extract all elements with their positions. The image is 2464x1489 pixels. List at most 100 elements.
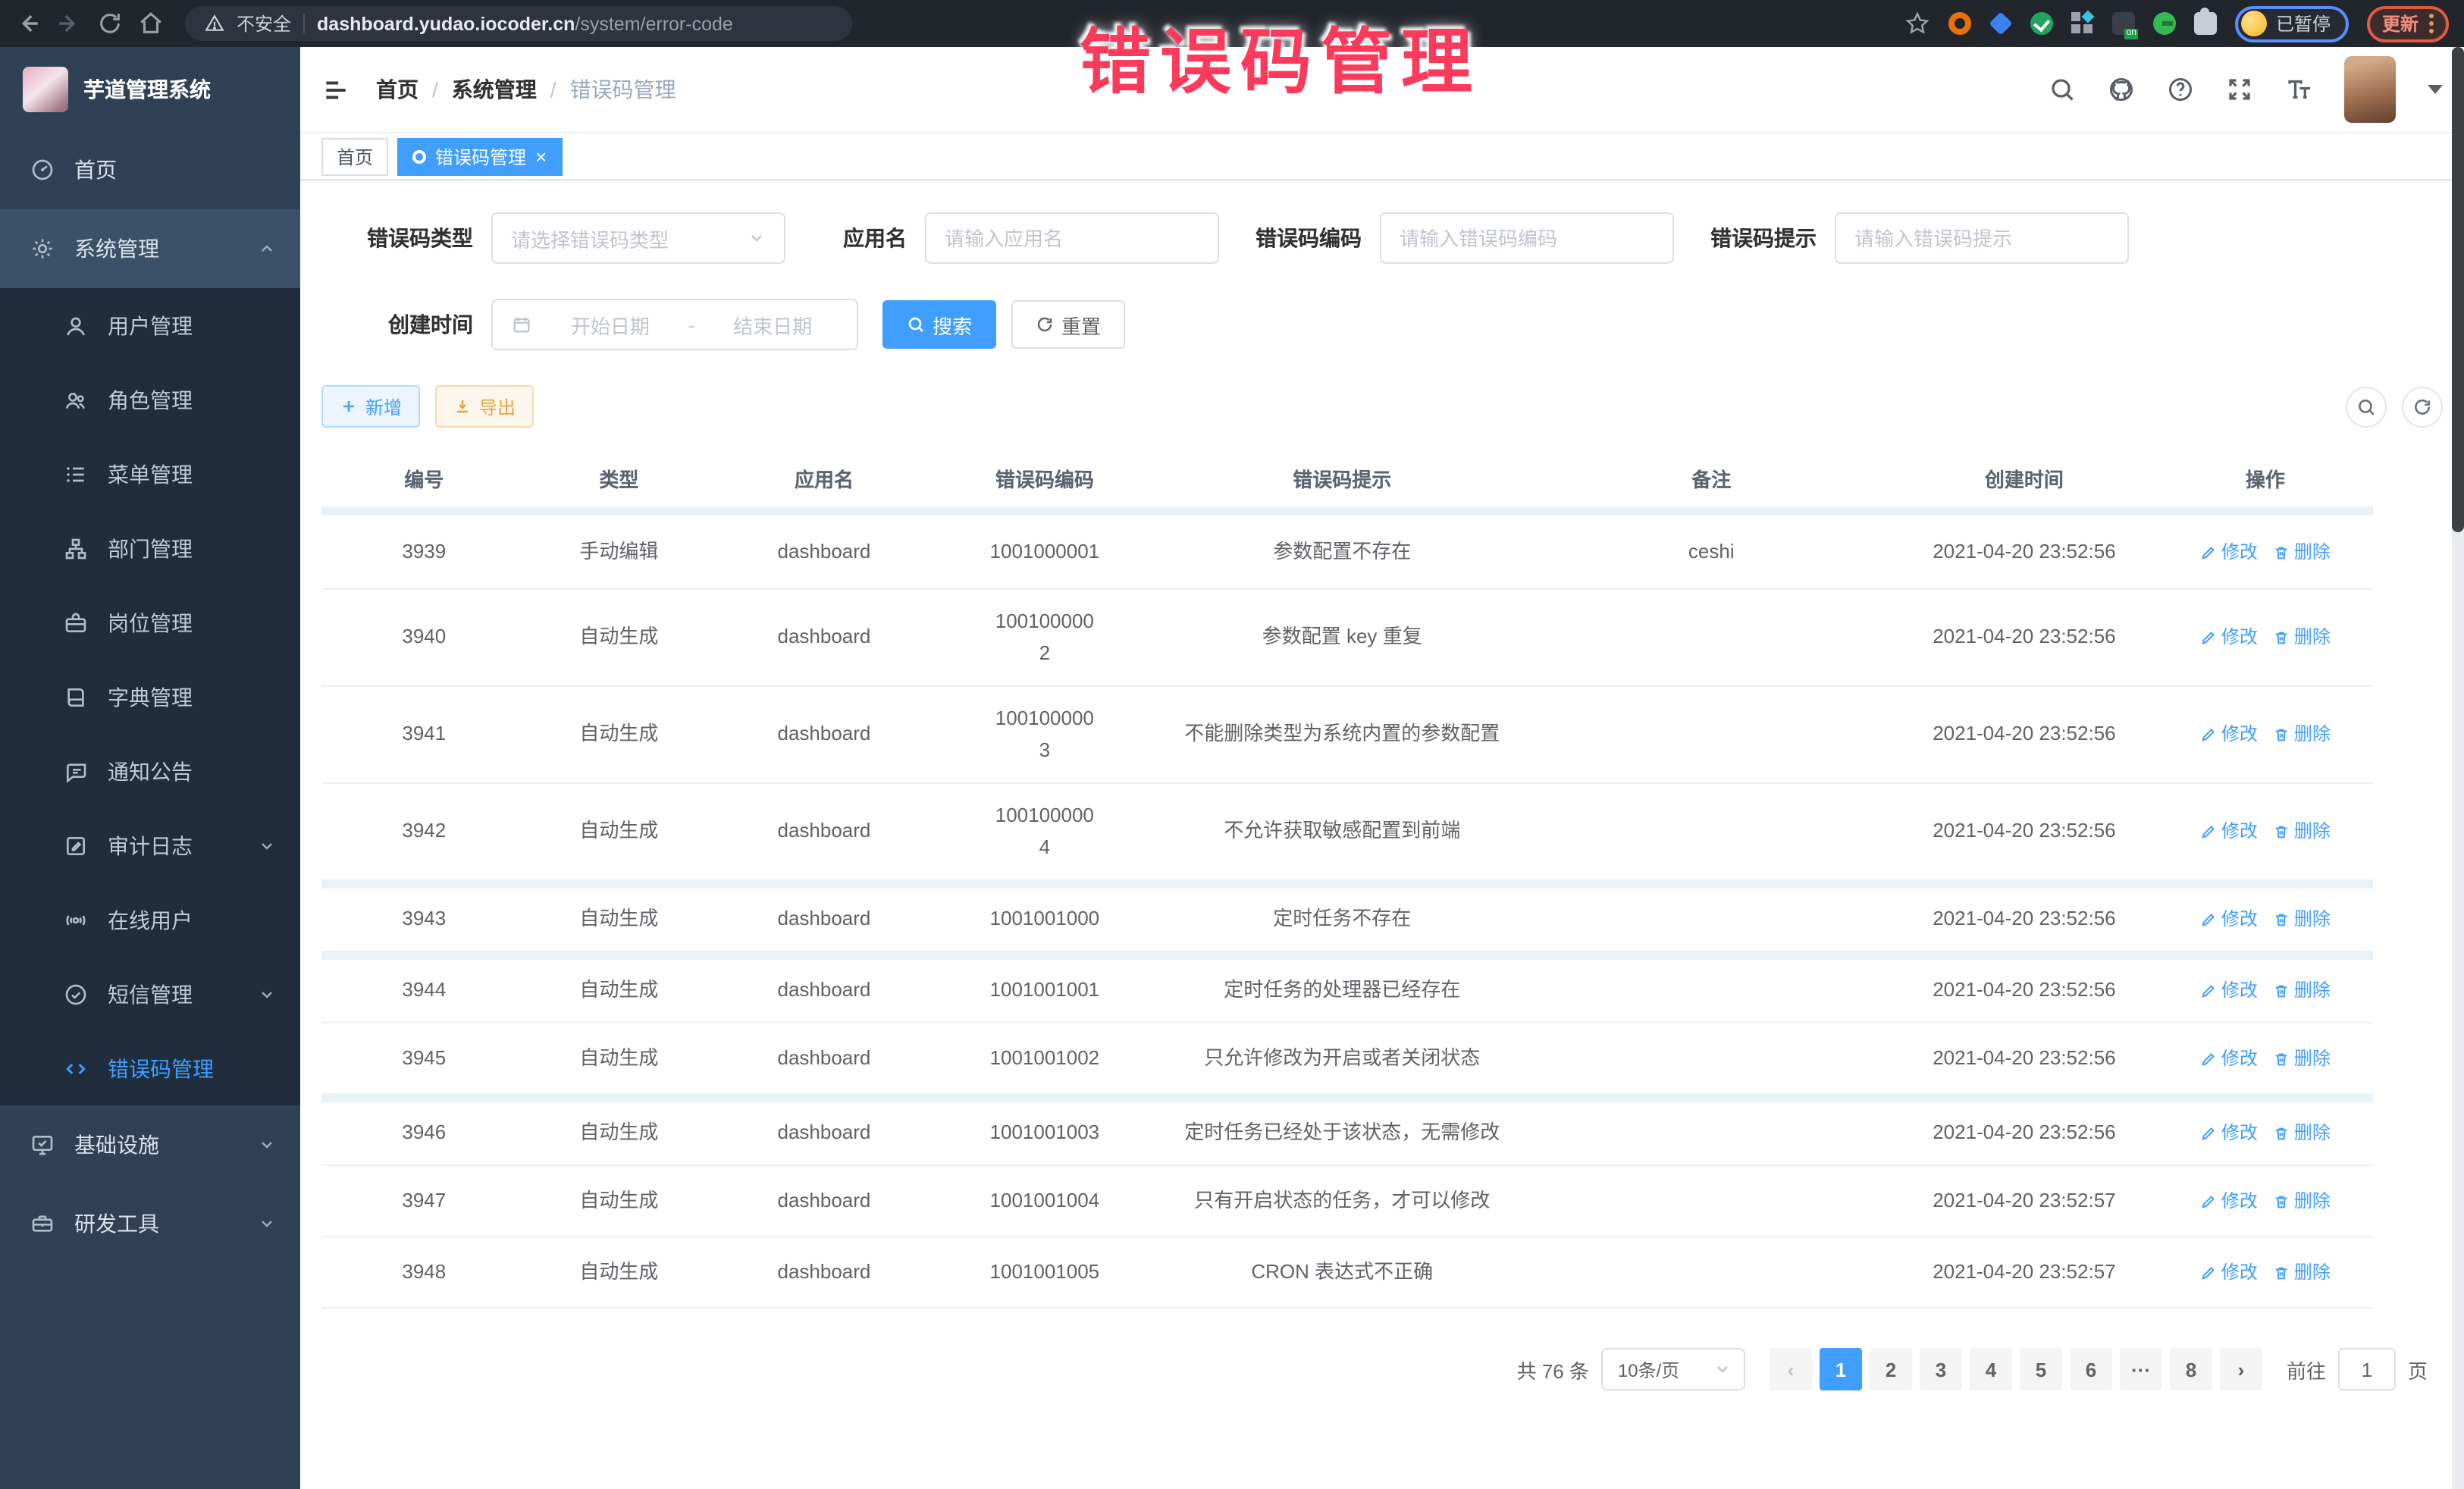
address-bar[interactable]: 不安全 dashboard.yudao.iocoder.cn/system/er…	[185, 6, 852, 41]
table-tools	[2346, 386, 2443, 427]
reset-button[interactable]: 重置	[1011, 300, 1125, 349]
edit-link[interactable]: 修改	[2200, 905, 2258, 933]
row-type: 手动编辑	[527, 516, 712, 588]
help-icon[interactable]	[2167, 76, 2194, 103]
breadcrumb-item[interactable]: 首页	[376, 74, 419, 105]
export-button[interactable]: 导出	[435, 385, 534, 428]
sidebar-item[interactable]: 基础设施	[0, 1105, 300, 1184]
sidebar-item[interactable]: 用户管理	[0, 288, 300, 362]
delete-link[interactable]: 删除	[2273, 1258, 2331, 1286]
error-code-input[interactable]	[1380, 212, 1674, 264]
forward-icon[interactable]	[56, 11, 82, 36]
pager-page-button[interactable]: 8	[2170, 1348, 2212, 1390]
row-error-code: 1001001004	[937, 1166, 1152, 1236]
edit-link[interactable]: 修改	[2200, 1119, 2258, 1147]
edit-link[interactable]: 修改	[2200, 720, 2258, 748]
user-avatar[interactable]	[2344, 56, 2396, 123]
sidebar-logo[interactable]: 芋道管理系统	[0, 47, 300, 130]
pager-page-button[interactable]: 6	[2070, 1348, 2112, 1390]
sidebar-item[interactable]: 部门管理	[0, 511, 300, 585]
extension-orange-icon[interactable]	[1948, 12, 1971, 35]
sidebar-item[interactable]: 通知公告	[0, 734, 300, 808]
extension-gem-icon[interactable]	[1989, 12, 2012, 35]
sidebar-item[interactable]: 岗位管理	[0, 585, 300, 660]
edit-link[interactable]: 修改	[2200, 1044, 2258, 1072]
url-text[interactable]: dashboard.yudao.iocoder.cn/system/error-…	[317, 13, 733, 34]
pager-page-button[interactable]: 2	[1870, 1348, 1912, 1390]
caret-down-icon[interactable]	[2428, 85, 2443, 94]
home-icon[interactable]	[138, 11, 164, 36]
extension-green-check-icon[interactable]	[2030, 12, 2053, 35]
browser-scrollbar[interactable]	[2452, 47, 2464, 1489]
edit-link[interactable]: 修改	[2200, 976, 2258, 1005]
pager-page-button[interactable]: 5	[2020, 1348, 2062, 1390]
menu-dots-icon[interactable]	[2429, 14, 2434, 33]
sidebar-item[interactable]: 在线用户	[0, 882, 300, 957]
row-remark	[1532, 1237, 1892, 1307]
page-size-select[interactable]: 10条/页	[1601, 1348, 1745, 1390]
security-label[interactable]: 不安全	[237, 11, 291, 36]
extension-green-key-icon[interactable]	[2153, 12, 2176, 35]
row-remark	[1532, 687, 1892, 782]
pager-page-button[interactable]: 4	[1970, 1348, 2012, 1390]
edit-link[interactable]: 修改	[2200, 623, 2258, 651]
bookmark-star-icon[interactable]	[1904, 11, 1930, 36]
pager-next-button[interactable]: ›	[2220, 1348, 2262, 1390]
jump-page-input[interactable]	[2338, 1348, 2396, 1390]
tag-close-icon[interactable]: ×	[535, 146, 547, 166]
fullscreen-icon[interactable]	[2226, 76, 2253, 103]
sidebar-item[interactable]: 系统管理	[0, 209, 300, 288]
app-frame: 芋道管理系统 首页系统管理用户管理角色管理菜单管理部门管理岗位管理字典管理通知公…	[0, 47, 2464, 1489]
edit-link[interactable]: 修改	[2200, 1186, 2258, 1215]
tag-active[interactable]: 错误码管理×	[397, 137, 562, 175]
sidebar-item-label: 基础设施	[74, 1130, 159, 1160]
edit-pen-icon	[2200, 1050, 2217, 1067]
delete-link[interactable]: 删除	[2273, 976, 2331, 1005]
search-icon[interactable]	[2049, 76, 2076, 103]
extension-switch-on-icon[interactable]	[2112, 12, 2135, 35]
edit-link[interactable]: 修改	[2200, 1258, 2258, 1286]
delete-link[interactable]: 删除	[2273, 1044, 2331, 1072]
error-msg-input[interactable]	[1835, 212, 2129, 264]
delete-link[interactable]: 删除	[2273, 905, 2331, 933]
browser-profile-chip[interactable]: 已暂停	[2235, 5, 2349, 42]
pager-page-button[interactable]: 1	[1820, 1348, 1862, 1390]
sidebar-item[interactable]: 角色管理	[0, 362, 300, 437]
dashboard-icon	[30, 158, 55, 182]
refresh-table-button[interactable]	[2402, 386, 2443, 427]
hamburger-icon[interactable]	[321, 75, 350, 104]
error-type-select[interactable]: 请选择错误码类型	[491, 212, 785, 264]
show-search-toggle-button[interactable]	[2346, 386, 2387, 427]
search-button[interactable]: 搜索	[882, 300, 996, 349]
sidebar-item[interactable]: 短信管理	[0, 957, 300, 1031]
edit-link[interactable]: 修改	[2200, 538, 2258, 566]
date-range-picker[interactable]: 开始日期 - 结束日期	[491, 299, 858, 350]
delete-link[interactable]: 删除	[2273, 817, 2331, 845]
extensions-puzzle-icon[interactable]	[2194, 12, 2217, 35]
font-size-icon[interactable]	[2285, 76, 2312, 103]
table-column-header: 备注	[1532, 466, 1892, 496]
pager-page-button[interactable]: 3	[1920, 1348, 1962, 1390]
breadcrumb-item[interactable]: 系统管理	[452, 74, 537, 105]
sidebar-item[interactable]: 首页	[0, 130, 300, 209]
delete-link[interactable]: 删除	[2273, 538, 2331, 566]
delete-link[interactable]: 删除	[2273, 720, 2331, 748]
sidebar-item[interactable]: 菜单管理	[0, 437, 300, 511]
edit-link[interactable]: 修改	[2200, 817, 2258, 845]
add-button[interactable]: 新增	[321, 385, 420, 428]
scrollbar-thumb[interactable]	[2452, 47, 2464, 532]
github-icon[interactable]	[2108, 76, 2135, 103]
back-icon[interactable]	[15, 11, 41, 36]
sidebar-item[interactable]: 审计日志	[0, 808, 300, 882]
sidebar-item[interactable]: 字典管理	[0, 660, 300, 734]
delete-link[interactable]: 删除	[2273, 1119, 2331, 1147]
tag-item[interactable]: 首页	[321, 137, 388, 175]
sidebar-item[interactable]: 研发工具	[0, 1184, 300, 1263]
app-name-input[interactable]	[925, 212, 1219, 264]
extension-squares-icon[interactable]	[2071, 12, 2094, 35]
delete-link[interactable]: 删除	[2273, 623, 2331, 651]
browser-update-button[interactable]: 更新	[2367, 5, 2449, 42]
sidebar-item[interactable]: 错误码管理	[0, 1031, 300, 1105]
reload-icon[interactable]	[97, 11, 123, 36]
delete-link[interactable]: 删除	[2273, 1186, 2331, 1215]
